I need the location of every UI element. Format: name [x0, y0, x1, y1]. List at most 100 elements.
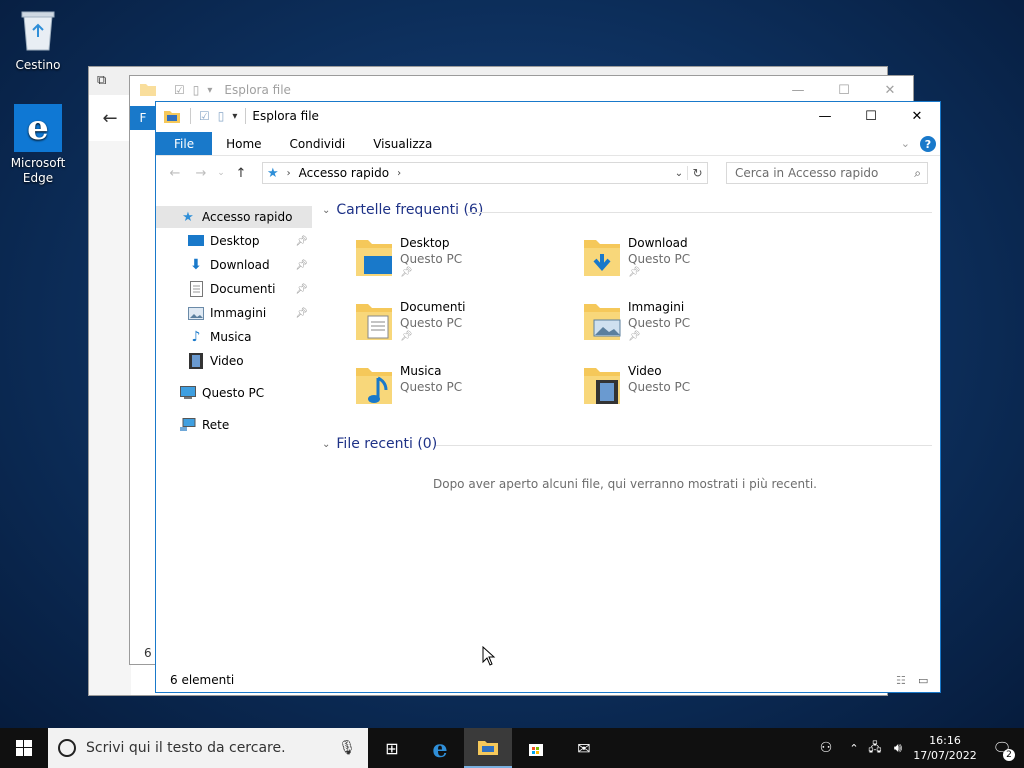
desktop: Cestino e Microsoft Edge ⧉ ← ☑ ▯ ▾ Esplo… — [0, 0, 1024, 728]
back-arrow-icon[interactable]: ← — [89, 95, 131, 141]
network-icon — [180, 417, 196, 433]
sidebar-item-pictures[interactable]: Immagini 📌︎ — [156, 302, 312, 324]
folder-name: Video — [628, 364, 662, 378]
search-box[interactable]: Cerca in Accesso rapido ⌕ — [726, 162, 928, 184]
task-view-icon: ⧉ — [97, 73, 107, 88]
sidebar-item-network[interactable]: Rete — [156, 414, 312, 436]
clock-date: 17/07/2022 — [913, 749, 977, 762]
desktop-icon-recycle-bin[interactable]: Cestino — [0, 6, 76, 72]
frequent-folders-header[interactable]: ⌄ Cartelle frequenti (6) — [322, 202, 483, 218]
background-window-titlebar[interactable]: ☑ ▯ ▾ Esplora file — ☐ ✕ — [130, 76, 913, 104]
sidebar-item-label: Download — [210, 258, 270, 272]
pin-icon: 📌︎ — [400, 331, 413, 342]
breadcrumb-separator-icon[interactable]: › — [397, 168, 401, 179]
folder-location: Questo PC — [400, 252, 463, 266]
edge-icon: e — [14, 104, 62, 152]
search-icon: ⌕ — [914, 165, 921, 180]
address-dropdown-icon[interactable]: ⌄ — [671, 168, 687, 179]
folder-icon — [164, 109, 180, 123]
breadcrumb-separator-icon[interactable]: › — [287, 168, 291, 179]
forward-button[interactable]: → — [188, 161, 214, 185]
minimize-button[interactable]: — — [802, 102, 848, 130]
breadcrumb-item[interactable]: Accesso rapido — [299, 166, 389, 180]
details-view-icon[interactable]: ☷ — [896, 674, 918, 687]
sidebar-item-desktop[interactable]: Desktop 📌︎ — [156, 230, 312, 252]
tab-home[interactable]: Home — [212, 132, 275, 155]
file-explorer-window[interactable]: ☑ ▯ ▾ Esplora file — ☐ ✕ File Home Condi… — [155, 101, 941, 693]
expand-ribbon-icon[interactable]: ⌄ — [901, 132, 910, 155]
quick-access-star-icon: ★ — [182, 209, 194, 225]
mail-taskbar-icon[interactable]: ✉ — [560, 728, 608, 768]
sidebar-item-music[interactable]: ♪ Musica — [156, 326, 312, 348]
sidebar-item-label: Video — [210, 354, 244, 368]
sidebar-item-this-pc[interactable]: Questo PC — [156, 382, 312, 404]
close-button[interactable]: ✕ — [867, 76, 913, 104]
store-taskbar-icon[interactable] — [512, 728, 560, 768]
folder-name: Musica — [400, 364, 442, 378]
sidebar-item-video[interactable]: Video — [156, 350, 312, 372]
maximize-button[interactable]: ☐ — [821, 76, 867, 104]
help-icon[interactable]: ? — [920, 136, 936, 152]
sidebar-item-label: Desktop — [210, 234, 260, 248]
ribbon-tab-file[interactable]: F — [130, 106, 156, 130]
sidebar-item-quick-access[interactable]: ★ Accesso rapido — [156, 206, 312, 228]
desktop-icon-label: Cestino — [15, 58, 61, 72]
folder-tile-download[interactable]: Download Questo PC 📌︎ — [582, 236, 802, 292]
large-icons-view-icon[interactable]: ▭ — [918, 674, 940, 687]
properties-icon[interactable]: ☑ — [199, 109, 210, 123]
microphone-icon[interactable]: 🎙︎ — [338, 740, 356, 756]
tab-share[interactable]: Condividi — [276, 132, 360, 155]
folder-tile-music[interactable]: Musica Questo PC — [354, 364, 574, 420]
maximize-button[interactable]: ☐ — [848, 102, 894, 130]
section-title: Cartelle frequenti (6) — [336, 202, 484, 218]
refresh-icon[interactable]: ↻ — [687, 166, 707, 180]
folder-tile-pictures[interactable]: Immagini Questo PC 📌︎ — [582, 300, 802, 356]
new-folder-icon[interactable]: ▯ — [218, 109, 225, 123]
sidebar-item-label: Immagini — [210, 306, 267, 320]
taskbar-search-box[interactable]: Scrivi qui il testo da cercare. 🎙︎ — [48, 728, 368, 768]
edge-taskbar-icon[interactable]: e — [416, 728, 464, 768]
titlebar[interactable]: ☑ ▯ ▾ Esplora file — ☐ ✕ — [156, 102, 940, 130]
task-view-icon[interactable]: ⊞ — [368, 728, 416, 768]
pin-icon: 📌︎ — [628, 331, 641, 342]
sidebar-item-download[interactable]: ⬇ Download 📌︎ — [156, 254, 312, 276]
tab-view[interactable]: Visualizza — [359, 132, 446, 155]
folder-name: Immagini — [628, 300, 685, 314]
windows-logo-icon — [16, 740, 32, 756]
background-window-sidebar — [89, 141, 131, 695]
music-note-icon: ♪ — [191, 329, 201, 345]
clock[interactable]: 16:16 17/07/2022 — [910, 733, 980, 763]
divider — [436, 445, 932, 446]
desktop-icon-edge[interactable]: e Microsoft Edge — [0, 104, 76, 186]
folder-location: Questo PC — [628, 316, 691, 330]
show-hidden-icons-chevron-up-icon[interactable]: ⌃ — [844, 728, 864, 768]
divider — [190, 108, 191, 124]
start-button[interactable] — [0, 728, 48, 768]
volume-icon[interactable]: 🔊︎ — [886, 728, 910, 768]
minimize-button[interactable]: — — [775, 76, 821, 104]
recycle-bin-icon — [14, 6, 62, 54]
ribbon-tabs: File Home Condividi Visualizza ⌄ ? — [156, 132, 940, 156]
tab-file[interactable]: File — [156, 132, 213, 155]
recent-locations-button[interactable]: ⌄ — [214, 161, 228, 185]
file-explorer-taskbar-icon[interactable] — [464, 728, 512, 768]
folder-tile-video[interactable]: Video Questo PC — [582, 364, 802, 420]
folder-location: Questo PC — [628, 252, 691, 266]
sidebar-item-documents[interactable]: Documenti 📌︎ — [156, 278, 312, 300]
network-status-icon[interactable]: 🖧︎ — [864, 728, 886, 768]
back-button[interactable]: ← — [162, 161, 188, 185]
folder-tile-desktop[interactable]: Desktop Questo PC 📌︎ — [354, 236, 574, 292]
content-pane: ⌄ Cartelle frequenti (6) Desktop Questo … — [318, 198, 932, 668]
window-title: Esplora file — [224, 83, 291, 97]
up-button[interactable]: ↑ — [228, 161, 254, 185]
customize-toolbar-icon[interactable]: ▾ — [232, 111, 237, 122]
sidebar-item-label: Musica — [210, 330, 252, 344]
folder-tile-documents[interactable]: Documenti Questo PC 📌︎ — [354, 300, 574, 356]
address-bar[interactable]: ★ › Accesso rapido › ⌄ ↻ — [262, 162, 708, 184]
action-center-button[interactable]: 🗨︎ 2 — [980, 728, 1024, 768]
people-icon[interactable]: ⚇ — [808, 728, 844, 768]
film-icon — [188, 353, 204, 369]
recent-files-header[interactable]: ⌄ File recenti (0) — [322, 436, 437, 452]
close-button[interactable]: ✕ — [894, 102, 940, 130]
folder-name: Documenti — [400, 300, 466, 314]
